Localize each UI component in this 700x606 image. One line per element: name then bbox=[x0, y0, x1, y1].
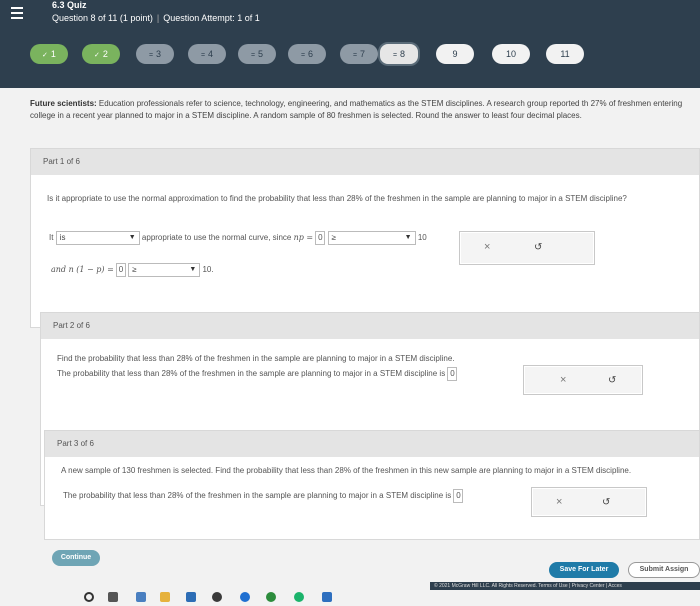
question-number: 11 bbox=[560, 49, 570, 59]
question-number: 2 bbox=[102, 49, 108, 59]
is-select[interactable]: is ▼ bbox=[55, 231, 140, 245]
edge-icon[interactable] bbox=[186, 592, 196, 602]
folder-icon[interactable] bbox=[160, 592, 170, 602]
question-nav-item-10[interactable]: 10 bbox=[492, 44, 530, 64]
part-2-header: Part 2 of 6 bbox=[41, 313, 699, 339]
nq-compare-select[interactable]: ≥ ▼ bbox=[128, 263, 201, 277]
os-taskbar bbox=[0, 590, 700, 606]
question-number: 10 bbox=[505, 49, 516, 59]
chrome-icon[interactable] bbox=[240, 592, 250, 602]
part-3-panel: Part 3 of 6 A new sample of 130 freshmen… bbox=[44, 430, 700, 540]
app-icon[interactable] bbox=[136, 592, 146, 602]
np-label: np = bbox=[293, 233, 314, 243]
part-2-answer-row: The probability that less than 28% of th… bbox=[57, 367, 458, 381]
question-number: 5 bbox=[258, 49, 264, 59]
checkmark-icon: ✓ bbox=[42, 52, 48, 59]
status-icon: = bbox=[200, 52, 206, 59]
problem-lead: Future scientists: bbox=[30, 99, 97, 108]
task-view-icon[interactable] bbox=[108, 592, 118, 602]
clear-icon[interactable]: × bbox=[560, 374, 566, 386]
question-nav-item-4[interactable]: = 4 bbox=[188, 44, 226, 64]
part-1-np-row: It is ▼ appropriate to use the normal cur… bbox=[49, 231, 427, 245]
part-2-action-panel: × ↺ bbox=[523, 365, 643, 395]
question-label: Question 8 of 11 (1 point) bbox=[52, 13, 153, 23]
np-compare-select[interactable]: ≥ ▼ bbox=[327, 231, 416, 245]
part-3-answer-input[interactable]: 0 bbox=[453, 489, 464, 503]
nq-label: and n (1 − p) = bbox=[51, 265, 114, 275]
question-number: 3 bbox=[156, 49, 162, 59]
question-nav-item-1[interactable]: ✓ 1 bbox=[30, 44, 68, 64]
part-2-question: Find the probability that less than 28% … bbox=[57, 354, 455, 363]
legal-footer: © 2021 McGraw Hill LLC. All Rights Reser… bbox=[430, 582, 700, 590]
part-1-header: Part 1 of 6 bbox=[31, 149, 699, 175]
problem-statement: Future scientists: Education professiona… bbox=[30, 98, 700, 122]
ten-end-label: 10. bbox=[202, 265, 214, 275]
chevron-down-icon: ▼ bbox=[189, 266, 197, 273]
app-icon-2[interactable] bbox=[212, 592, 222, 602]
question-number: 9 bbox=[452, 49, 458, 59]
question-number: 7 bbox=[360, 49, 366, 59]
question-info: Question 8 of 11 (1 point) | Question Atte… bbox=[52, 13, 260, 23]
part-2-answer-input[interactable]: 0 bbox=[447, 367, 458, 381]
status-icon: = bbox=[250, 52, 256, 59]
save-for-later-button[interactable]: Save For Later bbox=[549, 562, 619, 578]
redo-icon[interactable]: ↺ bbox=[608, 375, 616, 386]
part-2-answer-text: The probability that less than 28% of th… bbox=[57, 369, 446, 379]
spotify-icon[interactable] bbox=[294, 592, 304, 602]
question-nav-item-11[interactable]: 11 bbox=[546, 44, 584, 64]
question-nav-item-3[interactable]: = 3 bbox=[136, 44, 174, 64]
part-1-action-panel: × ↺ bbox=[459, 231, 595, 265]
problem-text: Education professionals refer to science… bbox=[30, 99, 683, 120]
chevron-down-icon: ▼ bbox=[128, 234, 136, 241]
part-3-answer-text: The probability that less than 28% of th… bbox=[63, 491, 452, 501]
it-label: It bbox=[49, 233, 54, 243]
ten-label: 10 bbox=[417, 233, 427, 243]
status-icon: = bbox=[148, 52, 154, 59]
status-icon: = bbox=[300, 52, 306, 59]
redo-icon[interactable]: ↺ bbox=[534, 242, 542, 253]
part-1-panel: Part 1 of 6 Is it appropriate to use the… bbox=[30, 148, 700, 328]
question-number: 6 bbox=[308, 49, 314, 59]
question-number: 1 bbox=[50, 49, 56, 59]
clear-icon[interactable]: × bbox=[556, 496, 562, 508]
question-number: 4 bbox=[208, 49, 214, 59]
question-nav-item-8[interactable]: = 8 bbox=[378, 42, 420, 66]
submit-assignment-button[interactable]: Submit Assign bbox=[628, 562, 700, 578]
continue-button[interactable]: Continue bbox=[52, 550, 100, 566]
redo-icon[interactable]: ↺ bbox=[602, 497, 610, 508]
status-icon: = bbox=[392, 52, 398, 59]
appropriate-text: appropriate to use the normal curve, sin… bbox=[141, 233, 292, 243]
quiz-title: 6.3 Quiz bbox=[52, 0, 87, 10]
question-nav-item-2[interactable]: ✓ 2 bbox=[82, 44, 120, 64]
hamburger-menu-icon[interactable] bbox=[11, 7, 23, 19]
np-input[interactable]: 0 bbox=[315, 231, 326, 245]
part-1-nq-row: and n (1 − p) = 0 ≥ ▼ 10. bbox=[51, 263, 214, 277]
question-number: 8 bbox=[400, 49, 406, 59]
question-nav-item-7[interactable]: = 7 bbox=[340, 44, 378, 64]
checkmark-icon: ✓ bbox=[94, 52, 100, 59]
header: 6.3 Quiz Question 8 of 11 (1 point) | Ques… bbox=[0, 0, 700, 88]
question-nav: ✓ 1 ✓ 2 = 3 = 4 = 5 = 6 = 7 = 8 9 10 11 bbox=[30, 42, 690, 66]
question-nav-item-6[interactable]: = 6 bbox=[288, 44, 326, 64]
search-icon[interactable] bbox=[84, 592, 94, 602]
question-nav-item-9[interactable]: 9 bbox=[436, 44, 474, 64]
part-3-answer-row: The probability that less than 28% of th… bbox=[63, 489, 464, 503]
main-content: Future scientists: Education professiona… bbox=[0, 88, 700, 606]
chevron-down-icon: ▼ bbox=[404, 234, 412, 241]
attempt-label: Question Attempt: 1 of 1 bbox=[163, 13, 260, 23]
app-icon-3[interactable] bbox=[266, 592, 276, 602]
part-1-question: Is it appropriate to use the normal appr… bbox=[47, 194, 627, 203]
part-3-header: Part 3 of 6 bbox=[45, 431, 699, 457]
question-nav-item-5[interactable]: = 5 bbox=[238, 44, 276, 64]
part-3-question: A new sample of 130 freshmen is selected… bbox=[61, 466, 632, 475]
nq-input[interactable]: 0 bbox=[116, 263, 127, 277]
app-icon-4[interactable] bbox=[322, 592, 332, 602]
clear-icon[interactable]: × bbox=[484, 241, 490, 253]
status-icon: = bbox=[352, 52, 358, 59]
footer: Continue Save For Later Submit Assign © … bbox=[0, 540, 700, 606]
part-3-action-panel: × ↺ bbox=[531, 487, 647, 517]
